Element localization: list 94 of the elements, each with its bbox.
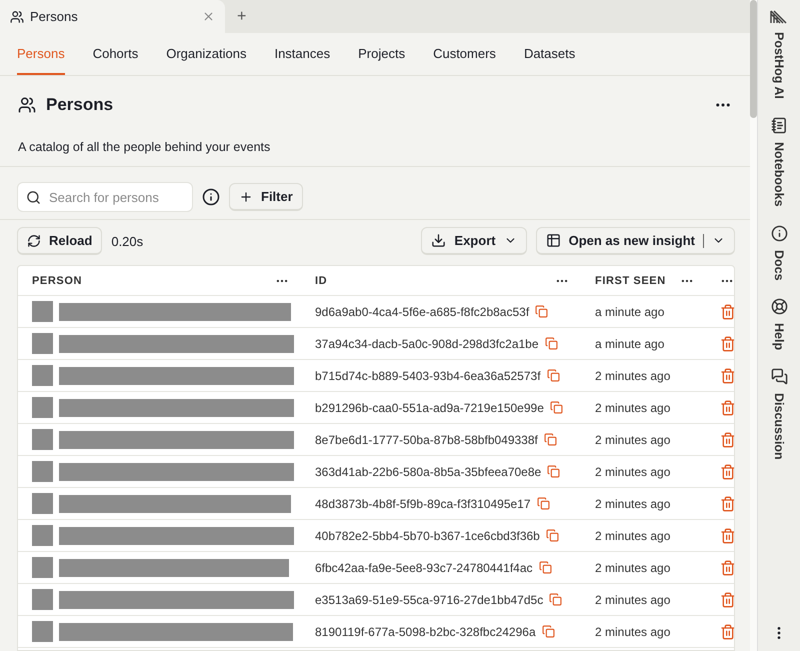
reload-button[interactable]: Reload [17,227,102,255]
copy-icon[interactable] [546,529,559,542]
first-seen: 2 minutes ago [595,496,670,510]
side-panel-item[interactable]: Help [770,298,788,350]
trash-icon[interactable] [720,592,734,608]
first-seen: a minute ago [595,336,664,350]
first-seen: 2 minutes ago [595,528,670,542]
open-insight-button[interactable]: Open as new insight [536,227,735,255]
copy-icon[interactable] [544,433,557,446]
nav-tab[interactable]: Customers [433,33,496,75]
redacted-avatar [32,365,53,386]
redacted-avatar [32,461,53,482]
redacted-avatar [32,621,53,642]
column-header: FIRST SEEN [581,266,706,296]
redacted-avatar [32,333,53,354]
nav-tab[interactable]: Instances [274,33,330,75]
trash-icon[interactable] [720,528,734,544]
side-panel-item[interactable]: Docs [770,224,788,280]
copy-icon[interactable] [544,337,558,350]
plus-icon [239,190,253,204]
page-title: Persons [46,95,114,115]
redacted-avatar [32,301,53,322]
redacted-avatar [32,429,53,450]
copy-icon[interactable] [550,401,563,414]
lifebuoy-icon [770,298,788,316]
notebook-icon [770,116,788,134]
export-button[interactable]: Export [421,227,527,255]
query-time: 0.20s [111,234,144,248]
person-id: 363d41ab-22b6-580a-8b5a-35bfeea70e8e [315,464,542,478]
chat-bubbles-icon [770,368,788,386]
column-header: PERSON [18,266,301,296]
nav-tab[interactable]: Projects [358,33,406,75]
reload-icon [27,234,41,248]
person-id: 40b782e2-5bb4-5b70-b367-1ce6cbd3f36b [315,528,540,542]
person-id: 8e7be6d1-1777-50ba-87b8-58bfb049338f [315,432,538,446]
trash-icon[interactable] [720,432,734,448]
redacted-avatar [32,589,53,610]
trash-icon[interactable] [720,400,734,416]
download-icon [431,233,446,248]
person-id: b291296b-caa0-551a-ad9a-7219e150e99e [315,400,544,414]
copy-icon[interactable] [549,593,562,606]
scrollbar[interactable] [750,0,757,651]
page-description: A catalog of all the people behind your events [0,116,750,167]
first-seen: 2 minutes ago [595,464,670,478]
first-seen: 2 minutes ago [595,368,670,382]
new-tab-button[interactable]: + [225,0,258,33]
person-id: b715d74c-b889-5403-93b4-6ea36a52573f [315,368,541,382]
side-panel-item[interactable]: Notebooks [770,116,788,206]
side-panel-item[interactable]: Discussion [770,368,788,460]
copy-icon[interactable] [547,465,560,478]
table-icon [546,233,561,248]
redacted-avatar [32,493,53,514]
first-seen: 2 minutes ago [595,624,670,638]
search-icon [26,190,41,204]
copy-icon[interactable] [542,625,555,638]
person-id: 8190119f-677a-5098-b2bc-328fbc24296a [315,624,536,638]
copy-icon[interactable] [538,561,552,574]
hatched-logo-icon [770,10,788,24]
nav-tab[interactable]: Cohorts [92,33,138,75]
copy-icon[interactable] [546,369,560,382]
copy-icon[interactable] [536,497,550,510]
tab-label: Persons [30,9,79,24]
users-icon [10,10,24,24]
redacted-avatar [32,397,53,418]
first-seen: 2 minutes ago [595,560,670,574]
person-id: 6fbc42aa-fa9e-5ee8-93c7-24780441f4ac [315,560,533,574]
person-id: 9d6a9ab0-4ca4-5f6e-a685-f8fc2b8ac53f [315,304,530,318]
redacted-avatar [32,525,53,546]
close-icon[interactable] [202,10,215,23]
first-seen: 2 minutes ago [595,432,670,446]
filter-button[interactable]: Filter [229,183,303,211]
info-icon[interactable] [202,188,220,206]
window-tab[interactable]: Persons [0,0,225,33]
trash-icon[interactable] [720,560,734,576]
trash-icon[interactable] [720,304,734,320]
trash-icon[interactable] [720,336,734,352]
copy-icon[interactable] [535,305,548,318]
users-icon [18,96,36,114]
first-seen: 2 minutes ago [595,592,670,606]
person-id: 48d3873b-4b8f-5f9b-89ca-f3f310495e17 [315,496,531,510]
column-header: ID [301,266,581,296]
redacted-avatar [32,557,53,578]
side-panel-item[interactable]: PostHog AI [770,10,788,99]
person-id: 37a94c34-dacb-5a0c-908d-298d3fc2a1be [315,336,539,350]
trash-icon[interactable] [720,624,734,640]
first-seen: 2 minutes ago [595,400,670,414]
person-id: e3513a69-51e9-55ca-9716-27de1bb47d5c [315,592,544,606]
nav-tab[interactable]: Organizations [166,33,246,75]
nav-tab[interactable]: Datasets [524,33,576,75]
trash-icon[interactable] [720,496,734,512]
first-seen: a minute ago [595,304,664,318]
trash-icon[interactable] [720,464,734,480]
trash-icon[interactable] [720,368,734,384]
info-icon [770,224,788,242]
